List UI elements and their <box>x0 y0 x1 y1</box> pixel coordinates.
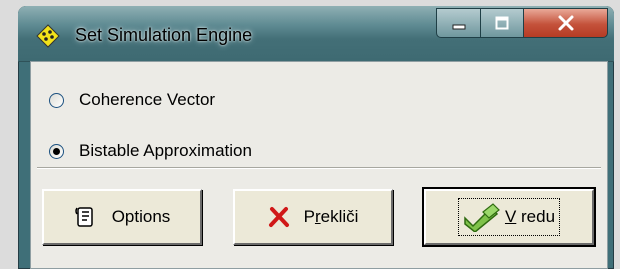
title-bar[interactable]: Set Simulation Engine <box>18 6 614 62</box>
options-button[interactable]: Options <box>42 189 202 245</box>
close-icon <box>558 15 573 31</box>
engine-options-group: Coherence Vector Bistable Approximation <box>37 65 601 168</box>
radio-label: Coherence Vector <box>79 90 216 109</box>
ok-button[interactable]: V redu <box>422 187 596 247</box>
radio-selected-dot <box>53 147 60 155</box>
options-button-label: Options <box>111 207 171 226</box>
radio-button[interactable] <box>49 143 64 159</box>
focus-rect: V redu <box>457 198 561 236</box>
options-icon <box>74 207 93 227</box>
caption-buttons <box>436 8 608 38</box>
minimize-icon <box>452 24 465 30</box>
radio-button[interactable] <box>49 92 64 108</box>
red-x-icon <box>268 207 289 227</box>
minimize-button[interactable] <box>436 8 481 38</box>
radio-bistable-approximation[interactable]: Bistable Approximation <box>49 139 252 163</box>
window-title: Set Simulation Engine <box>75 25 253 45</box>
check-icon <box>464 203 500 232</box>
divider <box>37 168 601 169</box>
dialog-client-area: Coherence Vector Bistable Approximation … <box>30 61 608 269</box>
maximize-button[interactable] <box>480 8 524 38</box>
close-button[interactable] <box>523 8 608 38</box>
radio-label: Bistable Approximation <box>79 141 252 160</box>
maximize-icon <box>495 16 509 30</box>
ok-button-label: V redu <box>504 207 556 226</box>
cancel-button[interactable]: Prekliči <box>233 189 393 245</box>
diamond-app-icon <box>36 24 60 48</box>
dialog-window: Set Simulation Engine Coherence Vector B… <box>18 6 614 269</box>
cancel-button-label: Prekliči <box>303 207 359 226</box>
radio-coherence-vector[interactable]: Coherence Vector <box>49 88 215 112</box>
